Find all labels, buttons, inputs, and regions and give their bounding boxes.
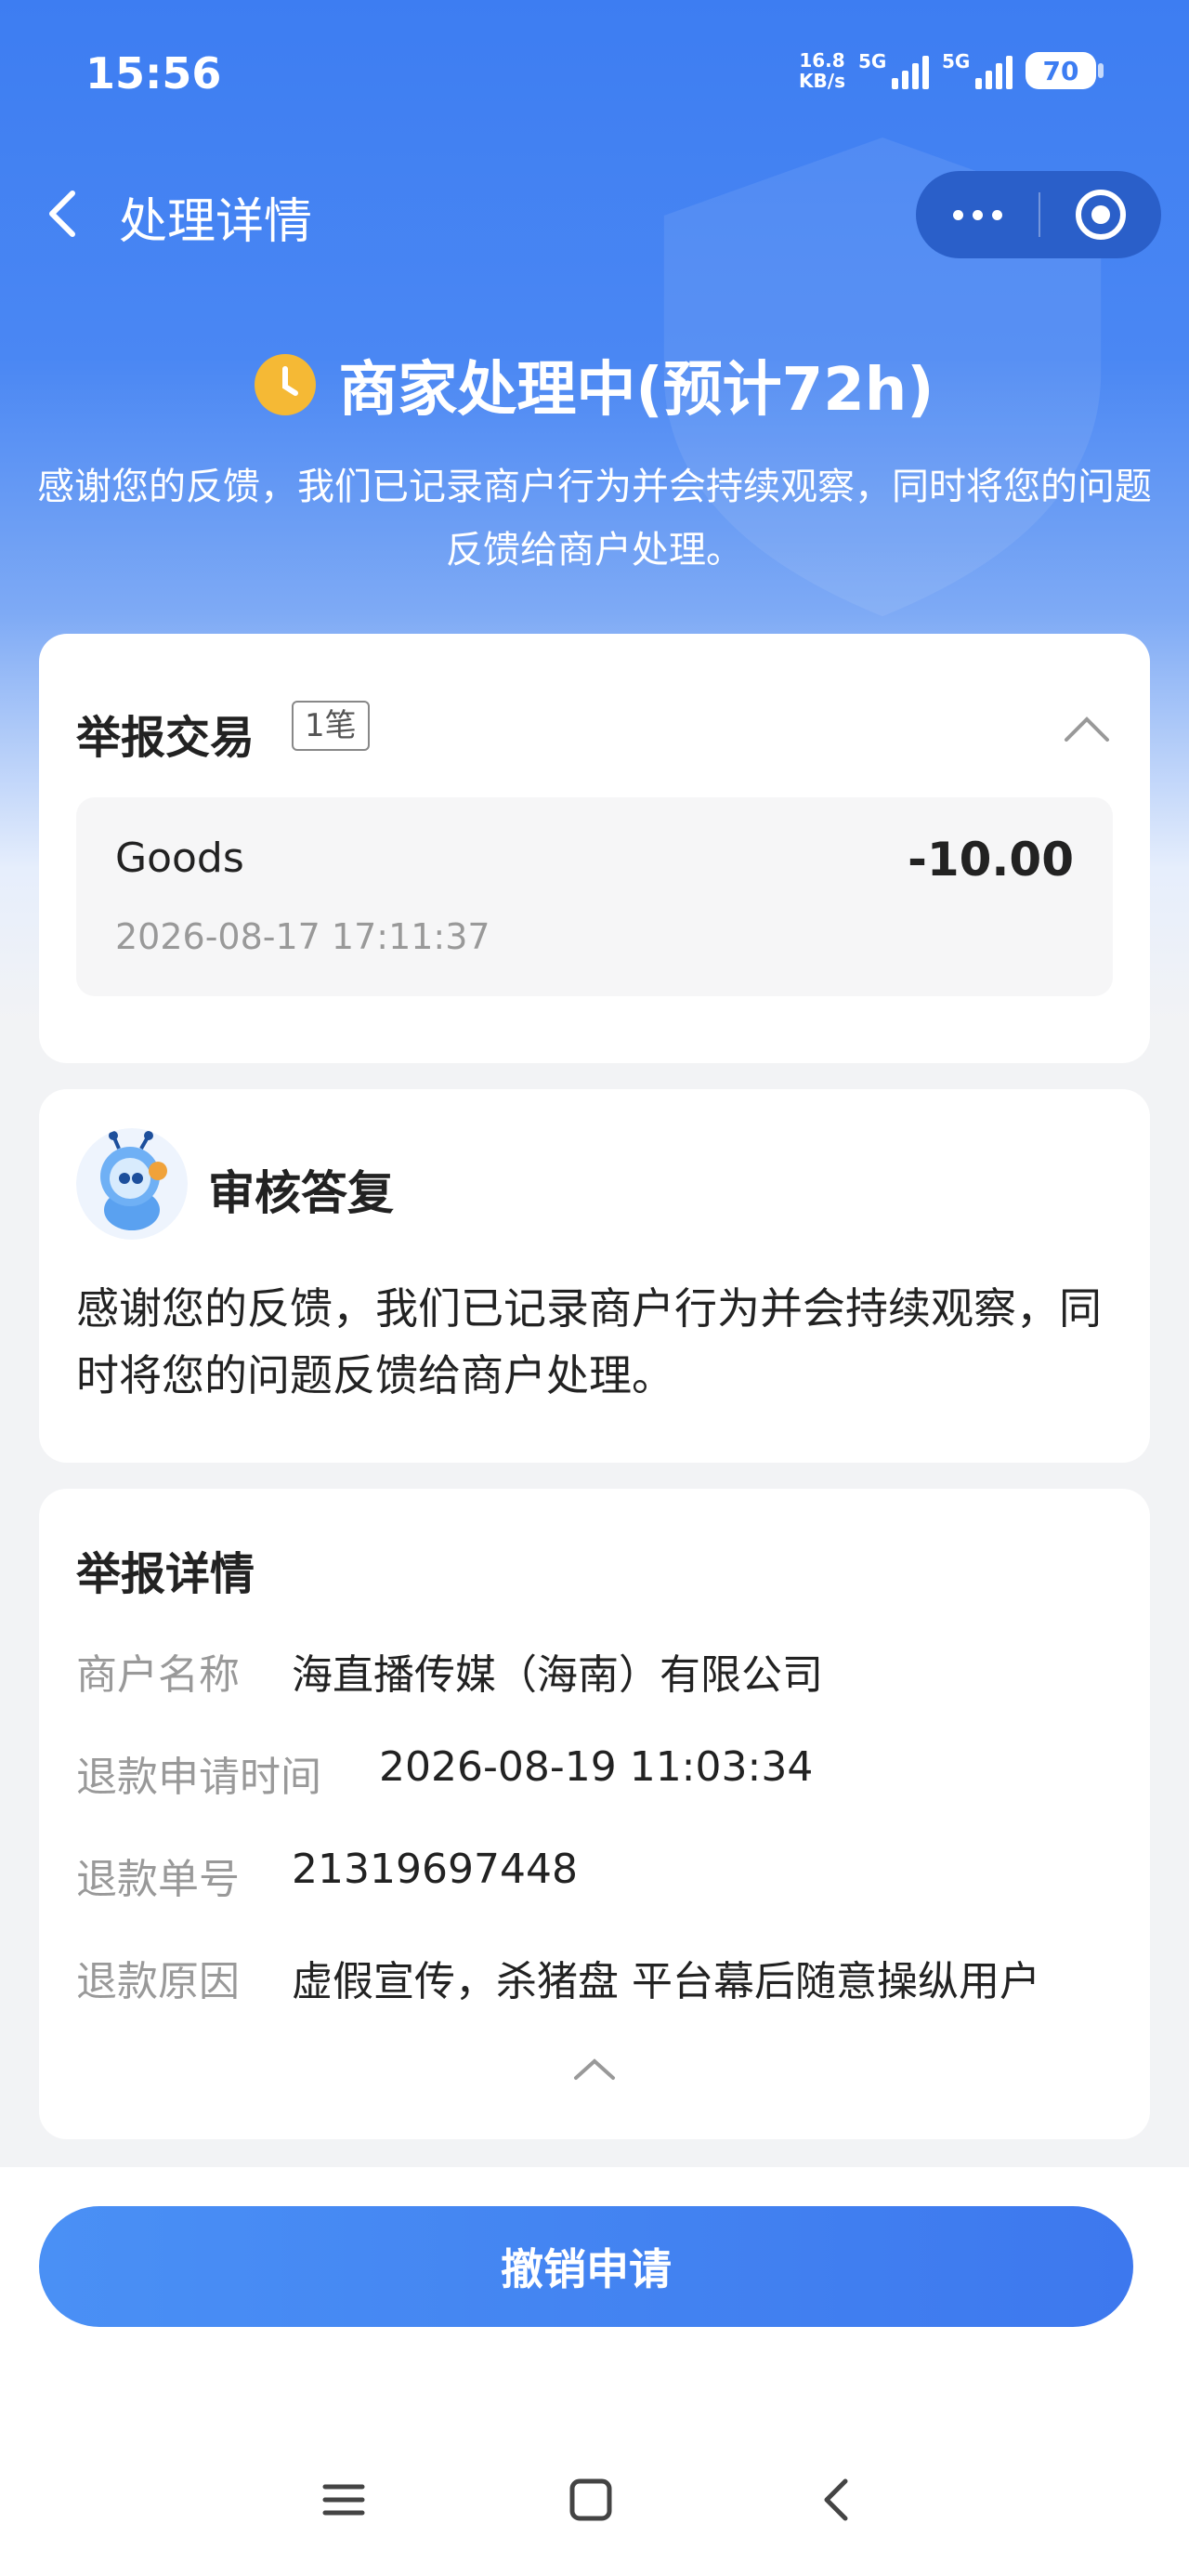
more-icon[interactable] bbox=[916, 171, 1039, 258]
robot-avatar bbox=[76, 1128, 188, 1240]
signal-icon-2: 5G bbox=[942, 50, 1013, 89]
review-reply-card: 审核答复 感谢您的反馈，我们已记录商户行为并会持续观察，同时将您的问题反馈给商户… bbox=[39, 1089, 1150, 1463]
transaction-name: Goods bbox=[115, 835, 244, 882]
status-indicators: 16.8 KB/s 5G 5G 70 bbox=[799, 50, 1104, 91]
report-transaction-title: 举报交易 bbox=[76, 712, 255, 764]
battery-level: 70 bbox=[1042, 55, 1079, 86]
page: 15:56 16.8 KB/s 5G 5G 70 处理详情 商家处理中(预计72… bbox=[0, 0, 1189, 2576]
transaction-item[interactable]: Goods -10.00 2026-08-17 17:11:37 bbox=[76, 797, 1113, 996]
detail-row-merchant: 商户名称 海直播传媒（海南）有限公司 bbox=[76, 1641, 823, 1701]
back-arrow-icon[interactable] bbox=[37, 186, 93, 242]
status-time: 15:56 bbox=[85, 48, 222, 99]
detail-key: 退款原因 bbox=[76, 1958, 240, 2005]
detail-value: 虚假宣传，杀猪盘 平台幕后随意操纵用户 bbox=[292, 1958, 1040, 2005]
detail-key: 退款单号 bbox=[76, 1856, 240, 1903]
network-type-label-2: 5G bbox=[942, 50, 971, 72]
report-details-title: 举报详情 bbox=[76, 1548, 255, 1600]
status-description: 感谢您的反馈，我们已记录商户行为并会持续观察，同时将您的问题反馈给商户处理。 bbox=[37, 466, 1152, 572]
back-triangle-icon[interactable] bbox=[810, 2472, 866, 2528]
detail-row-refund-reason: 退款原因 虚假宣传，杀猪盘 平台幕后随意操纵用户 bbox=[76, 1948, 1040, 2007]
menu-icon[interactable] bbox=[316, 2472, 372, 2528]
network-speed-unit: KB/s bbox=[799, 70, 845, 92]
detail-value: 海直播传媒（海南）有限公司 bbox=[292, 1651, 823, 1699]
transaction-amount: -10.00 bbox=[908, 833, 1074, 887]
network-speed: 16.8 KB/s bbox=[799, 50, 845, 91]
mini-program-capsule bbox=[916, 171, 1161, 258]
status-title: 商家处理中(预计72h) bbox=[338, 356, 934, 425]
transaction-time: 2026-08-17 17:11:37 bbox=[115, 916, 490, 957]
navigation-bar: 处理详情 bbox=[0, 167, 1189, 260]
detail-value: 21319697448 bbox=[292, 1846, 578, 1893]
detail-row-refund-number: 退款单号 21319697448 bbox=[76, 1846, 578, 1905]
status-bar: 15:56 16.8 KB/s 5G 5G 70 bbox=[0, 0, 1189, 149]
signal-icon: 5G bbox=[858, 50, 929, 89]
detail-value: 2026-08-19 11:03:34 bbox=[379, 1743, 814, 1791]
clock-icon bbox=[255, 354, 317, 415]
status-header: 商家处理中(预计72h) bbox=[0, 342, 1189, 427]
collapse-chevron-up-icon[interactable] bbox=[568, 2050, 621, 2087]
home-square-icon[interactable] bbox=[563, 2472, 619, 2528]
review-reply-text: 感谢您的反馈，我们已记录商户行为并会持续观察，同时将您的问题反馈给商户处理。 bbox=[76, 1283, 1102, 1400]
detail-key: 商户名称 bbox=[76, 1651, 240, 1699]
close-target-icon[interactable] bbox=[1040, 171, 1161, 258]
detail-row-refund-time: 退款申请时间 2026-08-19 11:03:34 bbox=[76, 1743, 813, 1803]
transaction-count-badge: 1笔 bbox=[292, 701, 370, 751]
report-transaction-card: 举报交易 1笔 Goods -10.00 2026-08-17 17:11:37 bbox=[39, 634, 1150, 1063]
detail-key: 退款申请时间 bbox=[76, 1754, 321, 1801]
cancel-application-button[interactable]: 撤销申请 bbox=[39, 2206, 1133, 2327]
network-speed-value: 16.8 bbox=[799, 49, 845, 72]
battery-icon: 70 bbox=[1026, 52, 1104, 89]
chevron-up-icon[interactable] bbox=[1061, 710, 1113, 747]
network-type-label: 5G bbox=[858, 50, 887, 72]
system-navigation-bar bbox=[0, 2453, 1189, 2546]
review-reply-title: 审核答复 bbox=[208, 1166, 394, 1220]
report-details-card: 举报详情 商户名称 海直播传媒（海南）有限公司 退款申请时间 2026-08-1… bbox=[39, 1489, 1150, 2139]
page-title: 处理详情 bbox=[119, 194, 313, 250]
